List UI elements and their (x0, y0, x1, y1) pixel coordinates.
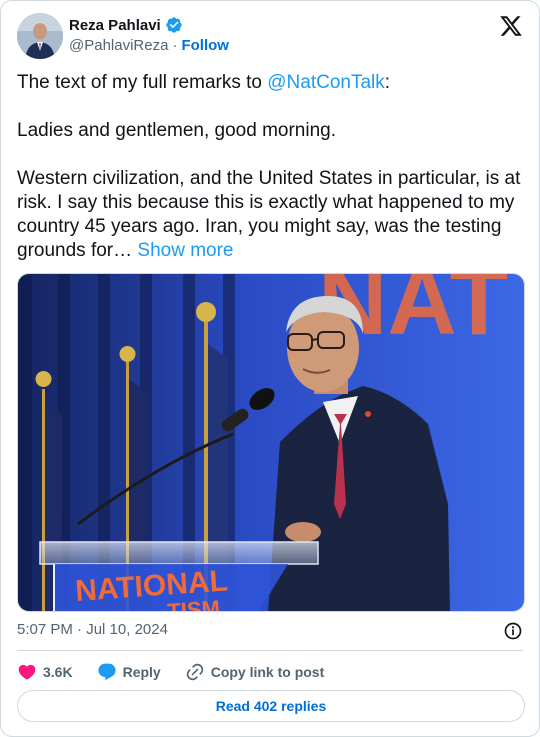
reply-label: Reply (122, 664, 161, 680)
avatar[interactable] (17, 13, 63, 59)
x-logo-icon[interactable] (499, 14, 523, 38)
link-icon (186, 663, 203, 681)
verified-badge-icon (165, 16, 183, 34)
like-count: 3.6K (43, 664, 73, 680)
follow-button[interactable]: Follow (181, 37, 229, 54)
tweet-timestamp[interactable]: 5:07 PM · Jul 10, 2024 (17, 621, 168, 638)
reply-bubble-icon (98, 663, 116, 681)
tweet-card: Reza Pahlavi @PahlaviReza · Follow The t… (0, 0, 540, 737)
mention-link[interactable]: @NatConTalk (267, 72, 385, 93)
author-handle[interactable]: @PahlaviReza (69, 37, 168, 54)
tweet-paragraph-body: Western civilization, and the United Sta… (17, 167, 527, 263)
copy-link-button[interactable]: Copy link to post (185, 662, 325, 682)
copy-link-label: Copy link to post (210, 664, 325, 680)
info-icon[interactable] (503, 621, 523, 641)
tweet-line-intro: The text of my full remarks to @NatConTa… (17, 71, 527, 95)
read-replies-button[interactable]: Read 402 replies (17, 690, 525, 722)
tweet-paragraph-greeting: Ladies and gentlemen, good morning. (17, 120, 337, 141)
tweet-time: 5:07 PM (17, 621, 73, 638)
divider (17, 650, 523, 651)
intro-text: The text of my full remarks to (17, 72, 268, 93)
tweet-actions: 3.6K Reply Copy link to post (17, 661, 348, 683)
podium-text-line2: TISM (167, 595, 221, 612)
author-name[interactable]: Reza Pahlavi (69, 17, 161, 34)
heart-icon (18, 664, 36, 680)
handle-separator: · (172, 37, 178, 54)
reply-button[interactable]: Reply (97, 662, 161, 682)
body-text: Western civilization, and the United Sta… (17, 168, 521, 261)
tweet-date: Jul 10, 2024 (86, 621, 168, 638)
timestamp-separator: · (77, 621, 83, 638)
show-more-link[interactable]: Show more (137, 240, 233, 261)
like-button[interactable]: 3.6K (17, 662, 73, 682)
intro-colon: : (384, 72, 391, 93)
tweet-text: The text of my full remarks to @NatConTa… (17, 71, 527, 263)
tweet-photo[interactable]: NAT NATIONAL TISM (17, 273, 525, 612)
